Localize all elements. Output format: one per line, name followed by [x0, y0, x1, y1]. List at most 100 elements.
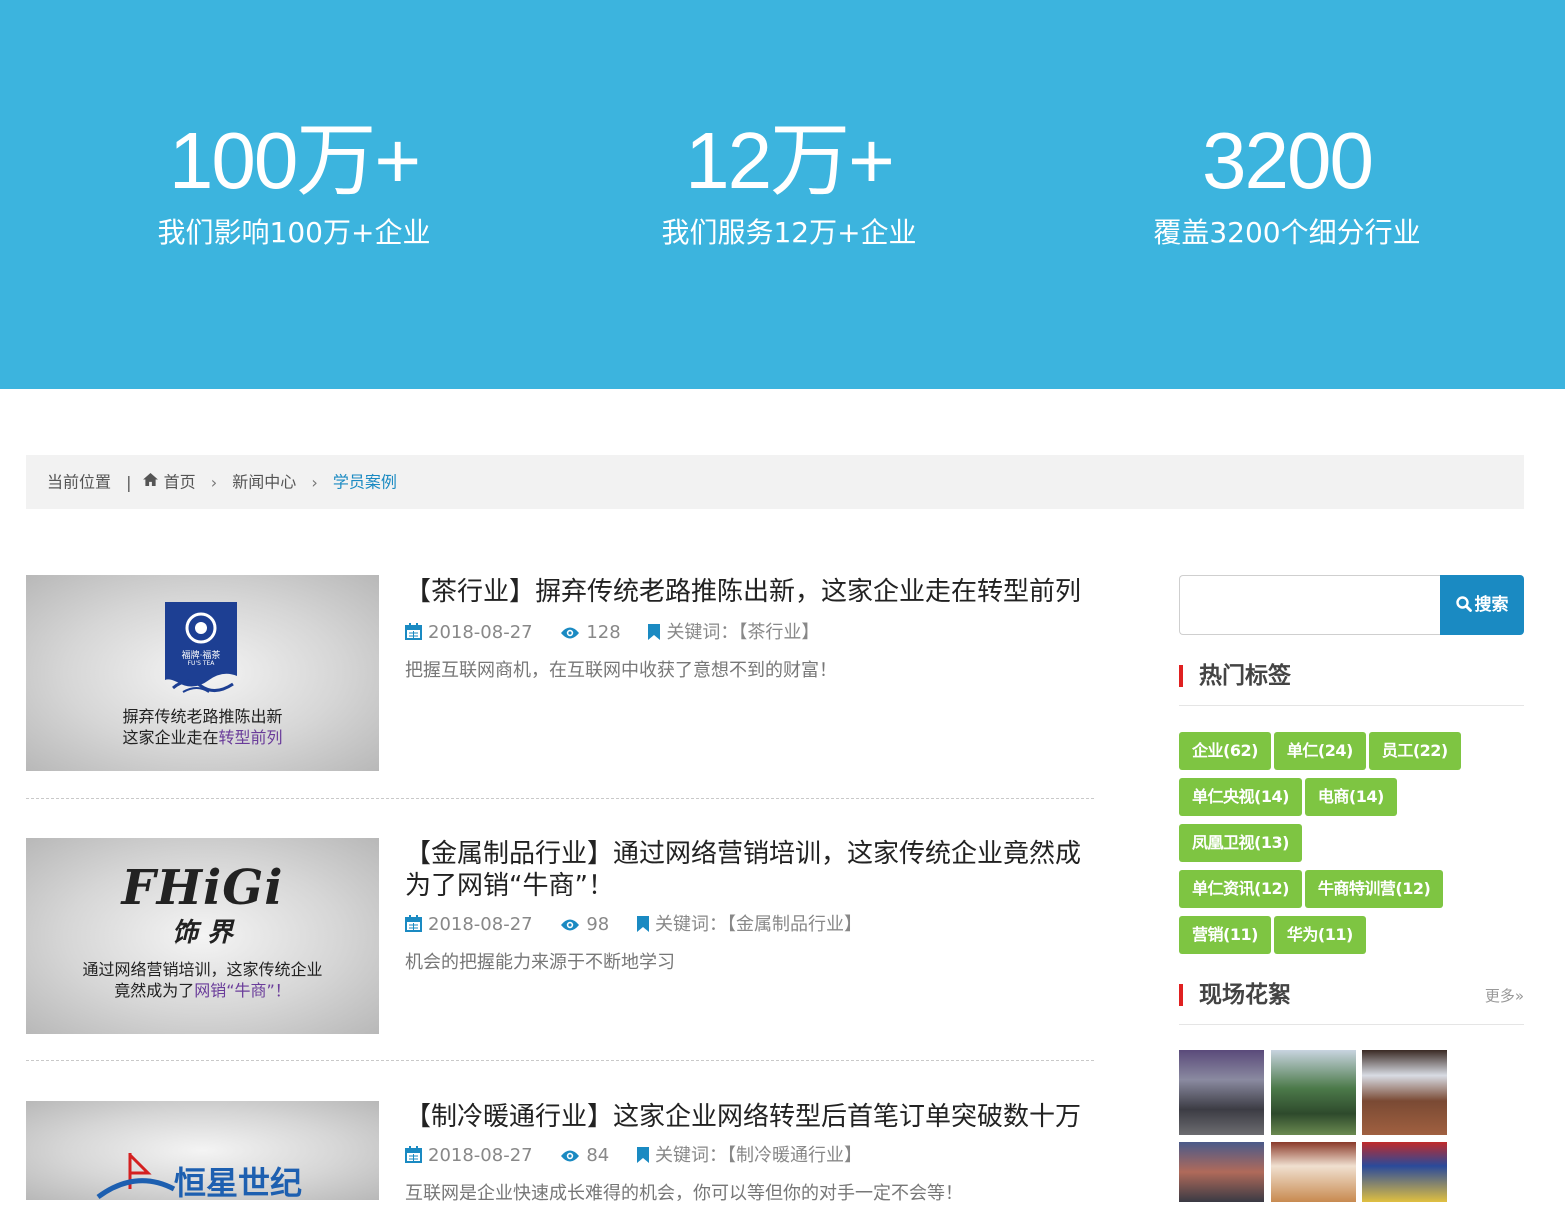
caption-line: 摒弃传统老路推陈出新: [122, 707, 283, 726]
calendar-icon: [405, 915, 422, 932]
hot-tags-title: 热门标签: [1199, 663, 1291, 689]
thumbnail-caption: 摒弃传统老路推陈出新 这家企业走在转型前列: [26, 706, 379, 748]
article-keywords: 关键词：【茶行业】: [648, 620, 819, 646]
globe-logo-icon: [96, 1153, 176, 1200]
thumbnail-caption: 通过网络营销培训，这家传统企业 竟然成为了网销“牛商”！: [26, 959, 379, 1001]
eye-icon: [561, 627, 580, 639]
stat-enterprises-served: 12万+ 我们服务12万+企业: [579, 115, 999, 253]
stat-description: 我们服务12万+企业: [661, 216, 917, 249]
article-meta: 2018-08-27 98 关键词：【金属制品行业】: [405, 912, 1095, 938]
eye-icon: [561, 919, 580, 931]
stat-industries-covered: 3200 覆盖3200个细分行业: [1077, 115, 1497, 253]
photos-header: 现场花絮 更多»: [1179, 977, 1524, 1025]
tag-item[interactable]: 牛商特训营(12): [1304, 870, 1444, 908]
breadcrumb: 当前位置 | 首页 › 新闻中心 › 学员案例: [26, 455, 1524, 509]
tag-item[interactable]: 华为(11): [1273, 916, 1366, 954]
article-date-text: 2018-08-27: [428, 914, 533, 935]
chevron-right-icon: ›: [210, 472, 218, 492]
article-title[interactable]: 【茶行业】摒弃传统老路推陈出新，这家企业走在转型前列: [405, 576, 1095, 608]
article-date: 2018-08-27: [405, 912, 533, 938]
calendar-icon: [405, 623, 422, 640]
stat-number: 100万+: [168, 116, 421, 205]
tag-item[interactable]: 营销(11): [1179, 916, 1271, 954]
breadcrumb-label: 当前位置: [47, 472, 112, 492]
article-thumbnail[interactable]: 福牌·福茶 FU'S TEA 摒弃传统老路推陈出新 这家企业走在转型前列: [26, 575, 379, 771]
bookmark-icon: [648, 624, 661, 640]
stat-description: 覆盖3200个细分行业: [1153, 216, 1421, 249]
caption-highlight: 转型前列: [218, 728, 283, 747]
tag-item[interactable]: 电商(14): [1304, 778, 1397, 816]
eye-icon: [561, 1150, 580, 1162]
breadcrumb-home[interactable]: 首页: [142, 472, 201, 492]
article-date: 2018-08-27: [405, 1143, 533, 1169]
tag-item[interactable]: 单仁(24): [1273, 732, 1366, 770]
tag-item[interactable]: 员工(22): [1368, 732, 1461, 770]
stat-enterprises-influenced: 100万+ 我们影响100万+企业: [84, 115, 504, 253]
calendar-icon: [405, 1146, 422, 1163]
logo-subtext: FU'S TEA: [187, 660, 215, 667]
bookmark-icon: [636, 1147, 649, 1163]
tag-item[interactable]: 企业(62): [1179, 732, 1271, 770]
logo-subtext: 饰 界: [171, 918, 234, 948]
article-keywords: 关键词：【金属制品行业】: [636, 912, 862, 938]
article-views: 84: [560, 1143, 609, 1169]
section-marker: [1179, 665, 1183, 687]
caption-line: 竟然成为了: [114, 981, 195, 1000]
article-thumbnail[interactable]: 恒星世纪: [26, 1101, 379, 1200]
article-divider: [26, 1060, 1094, 1061]
stat-number: 3200: [1202, 116, 1374, 205]
logo-text: 恒星世纪: [174, 1164, 303, 1200]
tag-item[interactable]: 单仁央视(14): [1179, 778, 1302, 816]
caption-line: 通过网络营销培训，这家传统企业: [82, 960, 323, 979]
stats-banner: 100万+ 我们影响100万+企业 12万+ 我们服务12万+企业 3200 覆…: [0, 0, 1565, 389]
search-input[interactable]: [1179, 575, 1441, 635]
article-body: 【制冷暖通行业】这家企业网络转型后首笔订单突破数十万 2018-08-27 84…: [405, 1101, 1095, 1207]
photo-thumbnail[interactable]: [1362, 1142, 1447, 1202]
article-views: 128: [560, 620, 621, 646]
breadcrumb-item-news-center[interactable]: 新闻中心: [232, 473, 296, 492]
more-link[interactable]: 更多»: [1485, 985, 1524, 1006]
breadcrumb-separator: |: [126, 472, 132, 492]
photo-thumbnail[interactable]: [1271, 1050, 1356, 1135]
caption-line: 这家企业走在: [122, 728, 219, 747]
photo-thumbnail[interactable]: [1179, 1142, 1264, 1202]
chevron-right-icon: ›: [311, 472, 318, 492]
article-item: FHiGi 饰 界 通过网络营销培训，这家传统企业 竟然成为了网销“牛商”！ 【…: [26, 838, 1094, 1034]
photo-thumbnail[interactable]: [1271, 1142, 1356, 1202]
article-item: 恒星世纪 【制冷暖通行业】这家企业网络转型后首笔订单突破数十万 2018-08-…: [26, 1101, 1094, 1204]
stat-description: 我们影响100万+企业: [157, 216, 431, 249]
article-keywords-text[interactable]: 关键词：【茶行业】: [666, 622, 819, 643]
article-keywords-text[interactable]: 关键词：【金属制品行业】: [655, 914, 862, 935]
article-title[interactable]: 【金属制品行业】通过网络营销培训，这家传统企业竟然成为了网销“牛商”！: [405, 838, 1095, 902]
search-icon: [1455, 596, 1472, 612]
article-views-count: 84: [586, 1145, 610, 1166]
hot-tags-header: 热门标签: [1179, 658, 1524, 706]
home-icon: [142, 473, 158, 487]
article-keywords-text[interactable]: 关键词：【制冷暖通行业】: [655, 1145, 862, 1166]
article-thumbnail[interactable]: FHiGi 饰 界 通过网络营销培训，这家传统企业 竟然成为了网销“牛商”！: [26, 838, 379, 1034]
photo-thumbnail[interactable]: [1362, 1050, 1447, 1135]
search-button[interactable]: 搜索: [1440, 575, 1524, 635]
article-item: 福牌·福茶 FU'S TEA 摒弃传统老路推陈出新 这家企业走在转型前列 【茶行…: [26, 575, 1094, 771]
bookmark-icon: [636, 916, 649, 932]
tag-item[interactable]: 凤凰卫视(13): [1179, 824, 1302, 862]
article-date-text: 2018-08-27: [428, 622, 533, 643]
article-divider: [26, 798, 1094, 799]
article-summary: 把握互联网商机，在互联网中收获了意想不到的财富！: [405, 660, 837, 681]
breadcrumb-item-home: 首页: [163, 472, 196, 492]
photo-thumbnail[interactable]: [1179, 1050, 1264, 1135]
article-views-count: 128: [586, 622, 621, 643]
article-summary: 机会的把握能力来源于不断地学习: [405, 952, 675, 973]
photos-title: 现场花絮: [1199, 982, 1291, 1008]
hot-tags-list: 企业(62) 单仁(24) 员工(22) 单仁央视(14) 电商(14)凤凰卫视(13…: [1179, 732, 1524, 962]
tag-item[interactable]: 单仁资讯(12): [1179, 870, 1302, 908]
article-date-text: 2018-08-27: [428, 1145, 533, 1166]
logo-text: FHiGi: [121, 860, 284, 916]
caption-highlight: 网销“牛商”！: [194, 981, 291, 1000]
breadcrumb-item-current[interactable]: 学员案例: [333, 473, 397, 492]
article-meta: 2018-08-27 84 关键词：【制冷暖通行业】: [405, 1143, 1095, 1169]
search-button-label: 搜索: [1474, 595, 1509, 615]
article-title[interactable]: 【制冷暖通行业】这家企业网络转型后首笔订单突破数十万: [405, 1101, 1095, 1133]
article-date: 2018-08-27: [405, 620, 533, 646]
article-keywords: 关键词：【制冷暖通行业】: [636, 1143, 862, 1169]
